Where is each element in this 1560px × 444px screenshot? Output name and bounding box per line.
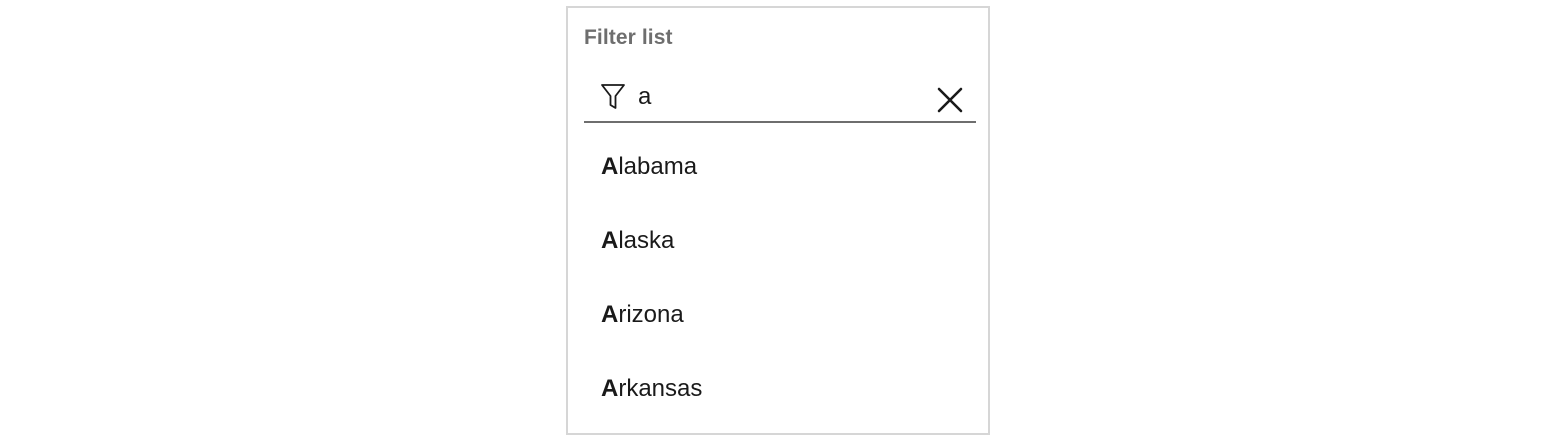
list-item[interactable]: Alaska [568, 204, 988, 278]
match-highlight: A [601, 301, 619, 328]
item-label-rest: rkansas [618, 375, 703, 402]
filter-list-panel: Filter list Alabama Alaska Arizona Arkan… [566, 6, 990, 435]
item-label-rest: rizona [618, 301, 684, 328]
filtered-results-list: Alabama Alaska Arizona Arkansas [568, 130, 988, 426]
panel-title: Filter list [584, 26, 673, 49]
match-highlight: A [601, 153, 619, 180]
close-icon [937, 87, 963, 113]
list-item[interactable]: Arizona [568, 278, 988, 352]
clear-filter-button[interactable] [930, 80, 970, 120]
list-item[interactable]: Arkansas [568, 352, 988, 426]
item-label-rest: labama [618, 153, 698, 180]
list-item[interactable]: Alabama [568, 130, 988, 204]
item-label-rest: laska [618, 227, 675, 254]
filter-input[interactable] [638, 82, 918, 112]
match-highlight: A [601, 375, 619, 402]
filter-field[interactable] [584, 74, 976, 123]
filter-funnel-icon [600, 83, 626, 111]
match-highlight: A [601, 227, 619, 254]
